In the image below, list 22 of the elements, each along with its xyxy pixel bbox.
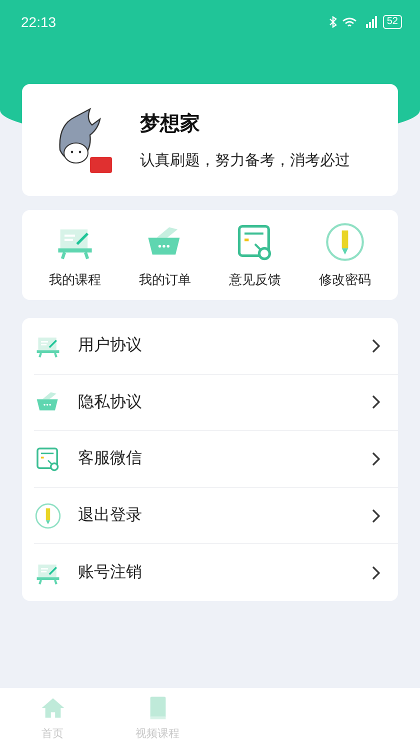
- bluetooth-icon: [328, 16, 337, 28]
- shortcut-item[interactable]: 修改密码: [300, 210, 390, 300]
- pencil-icon: [324, 221, 366, 263]
- menu-item[interactable]: 账号注销: [34, 544, 398, 601]
- menu-item[interactable]: 客服微信: [34, 431, 398, 488]
- chevron-right-icon: [372, 566, 380, 580]
- shortcut-item[interactable]: 我的订单: [120, 210, 210, 300]
- pencil-icon: [34, 502, 62, 530]
- menu-item[interactable]: 退出登录: [34, 488, 398, 544]
- shortcut-item[interactable]: 意见反馈: [210, 210, 300, 300]
- chevron-right-icon: [372, 395, 380, 410]
- user-name: 梦想家: [140, 110, 201, 137]
- chevron-right-icon: [372, 338, 380, 353]
- chevron-right-icon: [372, 452, 380, 466]
- shortcut-item[interactable]: 我的课程: [30, 210, 120, 300]
- status-time: 22:13: [21, 14, 56, 30]
- menu-item[interactable]: 用户协议: [34, 318, 398, 375]
- user-motto: 认真刷题，努力备考，消考必过: [140, 151, 350, 170]
- battery-level: 52: [382, 15, 402, 29]
- chevron-right-icon: [372, 508, 380, 523]
- menu-item[interactable]: 隐私协议: [34, 374, 398, 432]
- wifi-icon: [342, 16, 357, 28]
